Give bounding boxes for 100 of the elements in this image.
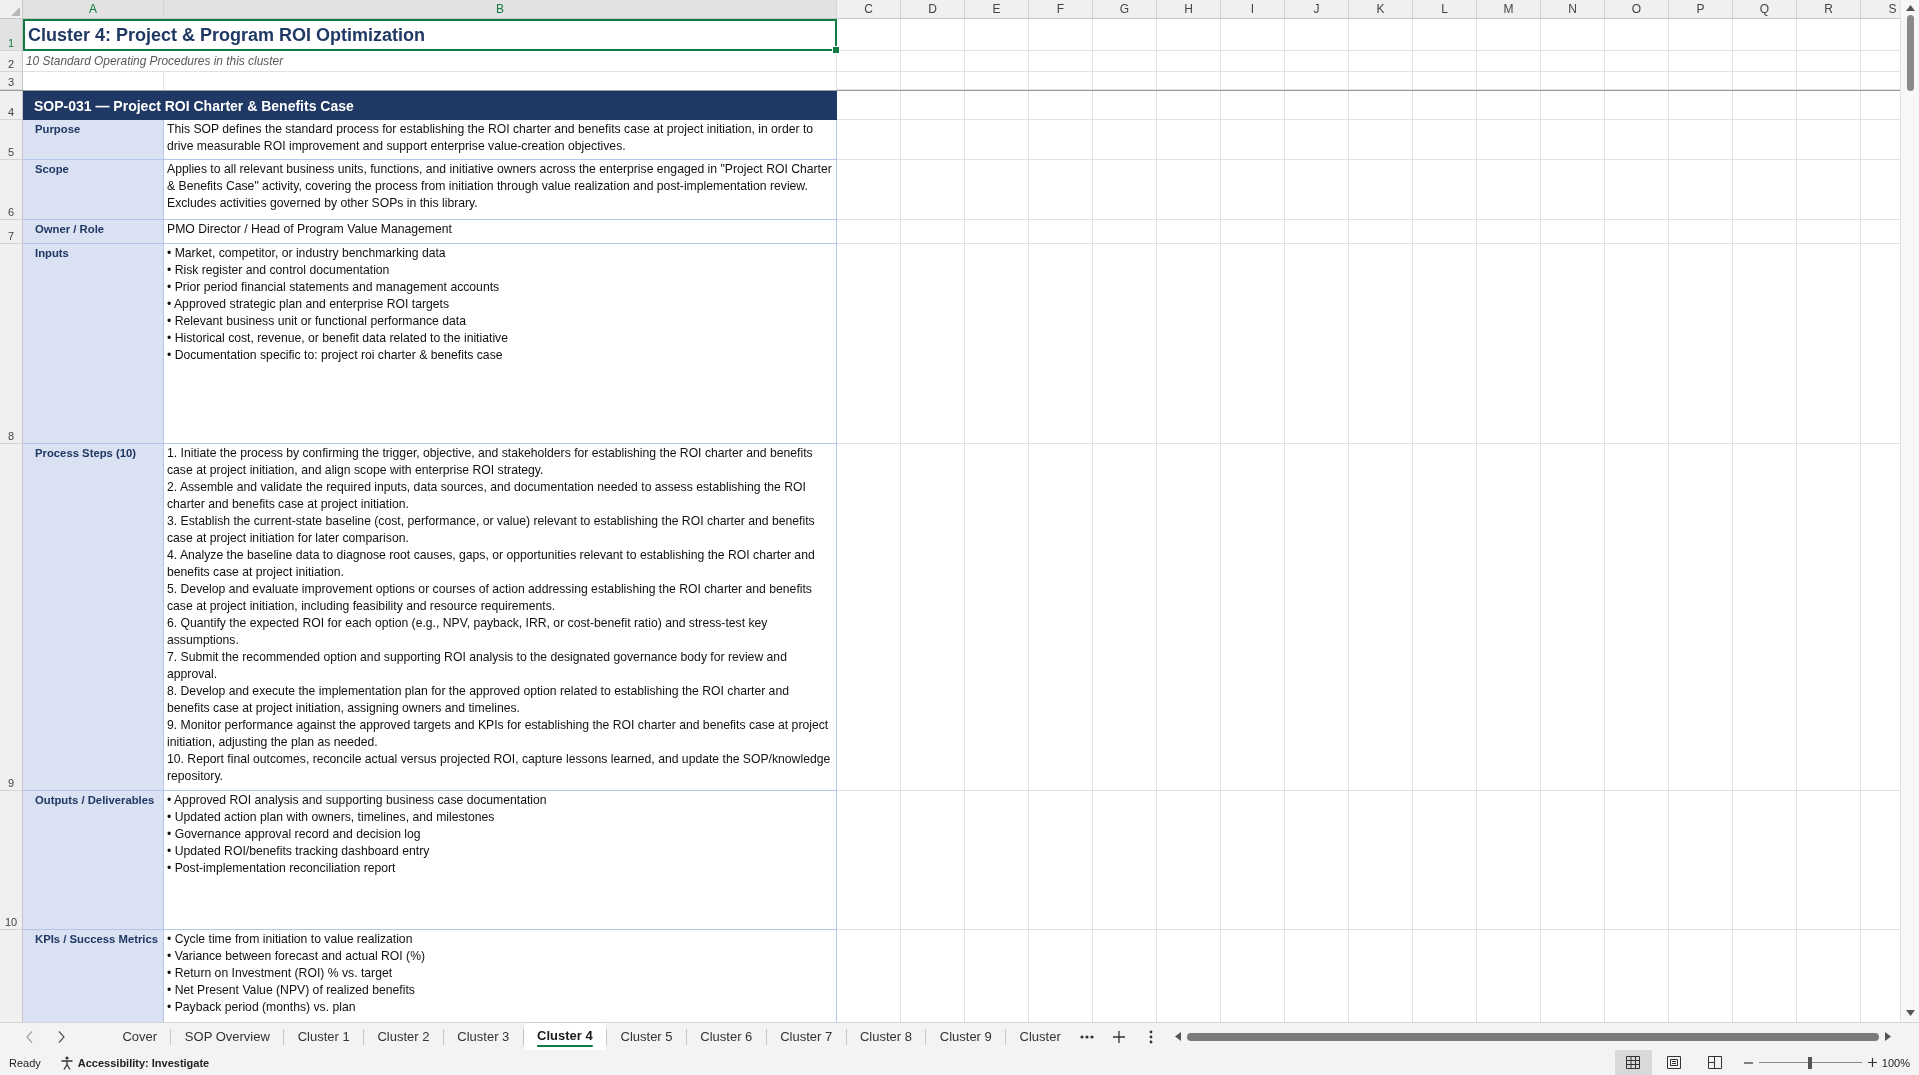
add-sheet-icon[interactable] <box>1113 1030 1126 1043</box>
scrollbar-thumb[interactable] <box>1187 1032 1879 1041</box>
more-tabs-icon[interactable] <box>1080 1034 1095 1039</box>
column-header[interactable]: Q <box>1733 0 1797 18</box>
empty-cells[interactable] <box>837 244 1900 444</box>
row-header[interactable]: 9 <box>0 444 23 791</box>
row-header[interactable]: 6 <box>0 160 23 220</box>
view-button[interactable] <box>1614 1050 1652 1075</box>
sheet-subtitle: 10 Standard Operating Procedures in this cluster <box>26 54 284 68</box>
field-label: Scope <box>35 163 69 175</box>
sheet-tab[interactable]: Cluster 9 <box>926 1023 1006 1050</box>
column-header[interactable]: G <box>1093 0 1157 18</box>
empty-cells[interactable] <box>837 444 1900 791</box>
row-header[interactable]: 1 <box>0 19 23 51</box>
row-header[interactable]: 4 <box>0 91 23 120</box>
empty-cells[interactable] <box>837 120 1900 160</box>
zoom-level: 100% <box>1881 1056 1910 1069</box>
row-header[interactable]: 3 <box>0 72 23 90</box>
page-break-icon <box>1708 1056 1723 1069</box>
column-header[interactable]: I <box>1221 0 1285 18</box>
column-header[interactable]: F <box>1029 0 1093 18</box>
sheet-tab[interactable]: Cluster 6 <box>686 1023 766 1050</box>
column-header[interactable]: J <box>1285 0 1349 18</box>
list-item: • Post-implementation reconciliation report <box>167 860 396 877</box>
column-header[interactable]: H <box>1157 0 1221 18</box>
column-header[interactable]: C <box>837 0 901 18</box>
list-item: • Governance approval record and decision log <box>167 826 421 843</box>
column-header[interactable]: R <box>1797 0 1861 18</box>
list-item: • Cycle time from initiation to value realization <box>167 931 413 948</box>
empty-cells[interactable] <box>837 72 1900 90</box>
list-item: 10. Report final outcomes, reconcile actual versus projected ROI, capture lessons learned, and update the SOP/knowledge repository. <box>167 751 832 785</box>
sheet-tab[interactable]: Cluster 2 <box>364 1023 443 1050</box>
column-header[interactable]: D <box>901 0 965 18</box>
list-item: • Historical cost, revenue, or benefit data related to the initiative <box>167 330 508 347</box>
chevron-right-icon[interactable] <box>58 1030 65 1043</box>
field-label: KPIs / Success Metrics <box>35 933 159 945</box>
selected-cell[interactable]: Cluster 4: Project & Program ROI Optimization <box>23 19 837 51</box>
sheet-tab[interactable]: SOP Overview <box>171 1023 284 1050</box>
field-label: Outputs / Deliverables <box>35 794 155 806</box>
scroll-down-icon[interactable] <box>1905 1010 1915 1016</box>
sheet-tab[interactable]: Cluster 8 <box>846 1023 926 1050</box>
column-header[interactable]: E <box>965 0 1029 18</box>
sheet-tab[interactable]: Cluster 3 <box>443 1023 523 1050</box>
column-header[interactable]: K <box>1349 0 1413 18</box>
grid-view-icon <box>1626 1056 1641 1069</box>
sop-heading: SOP-031 — Project ROI Charter & Benefits Case <box>23 91 837 120</box>
list-item: • Approved strategic plan and enterprise ROI targets <box>167 296 450 313</box>
sheet-tab[interactable]: Cluster 4 <box>523 1023 607 1050</box>
accessibility-status[interactable]: Accessibility: Investigate <box>77 1056 210 1069</box>
list-item: 4. Analyze the baseline data to diagnose root causes, gaps, or opportunities relevant to establishing the ROI charter and benefits case at project initiation. <box>167 547 816 581</box>
zoom-slider-thumb[interactable] <box>1808 1056 1813 1069</box>
scrollbar-thumb[interactable] <box>1906 15 1914 91</box>
status-text: Ready <box>9 1056 41 1069</box>
sheet-tab[interactable]: Cover <box>109 1023 171 1050</box>
sheet-tab[interactable]: Cluster 1 <box>284 1023 364 1050</box>
field-label: Purpose <box>35 123 81 135</box>
empty-cells[interactable] <box>837 220 1900 244</box>
list-item: • Updated action plan with owners, timelines, and milestones <box>167 809 495 826</box>
scroll-up-icon[interactable] <box>1905 5 1915 11</box>
field-value: PMO Director / Head of Program Value Management <box>167 222 452 236</box>
accessibility-icon[interactable] <box>59 1055 74 1070</box>
scroll-left-icon[interactable] <box>1175 1032 1182 1041</box>
list-item: 2. Assemble and validate the required inputs, data sources, and documentation needed to assess establishing the ROI charter and benefits case at project initiation. <box>167 479 807 513</box>
fill-handle-icon[interactable] <box>832 46 840 54</box>
scroll-right-icon[interactable] <box>1885 1032 1891 1041</box>
zoom-out-icon[interactable] <box>1743 1061 1753 1064</box>
list-item: • Risk register and control documentation <box>167 262 390 279</box>
sheet-tab[interactable]: Cluster 5 <box>607 1023 686 1050</box>
empty-cells[interactable] <box>837 51 1900 72</box>
column-header[interactable]: B <box>164 0 837 18</box>
field-value: Applies to all relevant business units, functions, and initiative owners across the enterprise engaged in "Project ROI Charter & Benefits Case" activity, covering the process from initiation through value realization and post-implementation review. Excludes activities governed by other SOPs in this library. <box>167 162 832 210</box>
column-header[interactable]: M <box>1477 0 1541 18</box>
more-options-icon[interactable] <box>1149 1029 1154 1044</box>
column-header[interactable]: P <box>1669 0 1733 18</box>
field-value: This SOP defines the standard process for establishing the ROI charter and benefits case at project initiation, in order to drive measurable ROI improvement and support enterprise value-creation objectives. <box>167 122 814 153</box>
field-label: Owner / Role <box>35 223 105 235</box>
list-item: • Payback period (months) vs. plan <box>167 999 356 1016</box>
sheet-tab[interactable]: Cluster <box>1006 1023 1075 1050</box>
row-header[interactable]: 7 <box>0 220 23 244</box>
list-item: • Net Present Value (NPV) of realized benefits <box>167 982 415 999</box>
column-header[interactable]: L <box>1413 0 1477 18</box>
list-item: 3. Establish the current-state baseline (cost, performance, or value) relevant to establishing the ROI charter and benefits case at project initiation for later comparison. <box>167 513 816 547</box>
sheet-tab[interactable]: Cluster 7 <box>766 1023 846 1050</box>
row-header[interactable]: 2 <box>0 51 23 72</box>
column-header[interactable]: N <box>1541 0 1605 18</box>
list-item: • Return on Investment (ROI) % vs. target <box>167 965 393 982</box>
row-header[interactable]: 10 <box>0 791 23 930</box>
list-item: • Variance between forecast and actual ROI (%) <box>167 948 426 965</box>
zoom-in-icon[interactable] <box>1867 1058 1877 1067</box>
list-item: • Approved ROI analysis and supporting business case documentation <box>167 792 547 809</box>
empty-cells[interactable] <box>837 160 1900 220</box>
field-label: Inputs <box>35 247 69 259</box>
empty-cells[interactable] <box>837 19 1900 51</box>
row-header[interactable]: 5 <box>0 120 23 160</box>
column-header[interactable]: O <box>1605 0 1669 18</box>
empty-cells[interactable] <box>837 791 1900 930</box>
column-header[interactable]: A <box>23 0 164 18</box>
list-item: 8. Develop and execute the implementation plan for the approved option related to establishing the ROI charter and benefits case at project initiation, assigning owners and timelines. <box>167 683 790 717</box>
chevron-left-icon[interactable] <box>26 1030 33 1043</box>
row-header[interactable]: 8 <box>0 244 23 444</box>
